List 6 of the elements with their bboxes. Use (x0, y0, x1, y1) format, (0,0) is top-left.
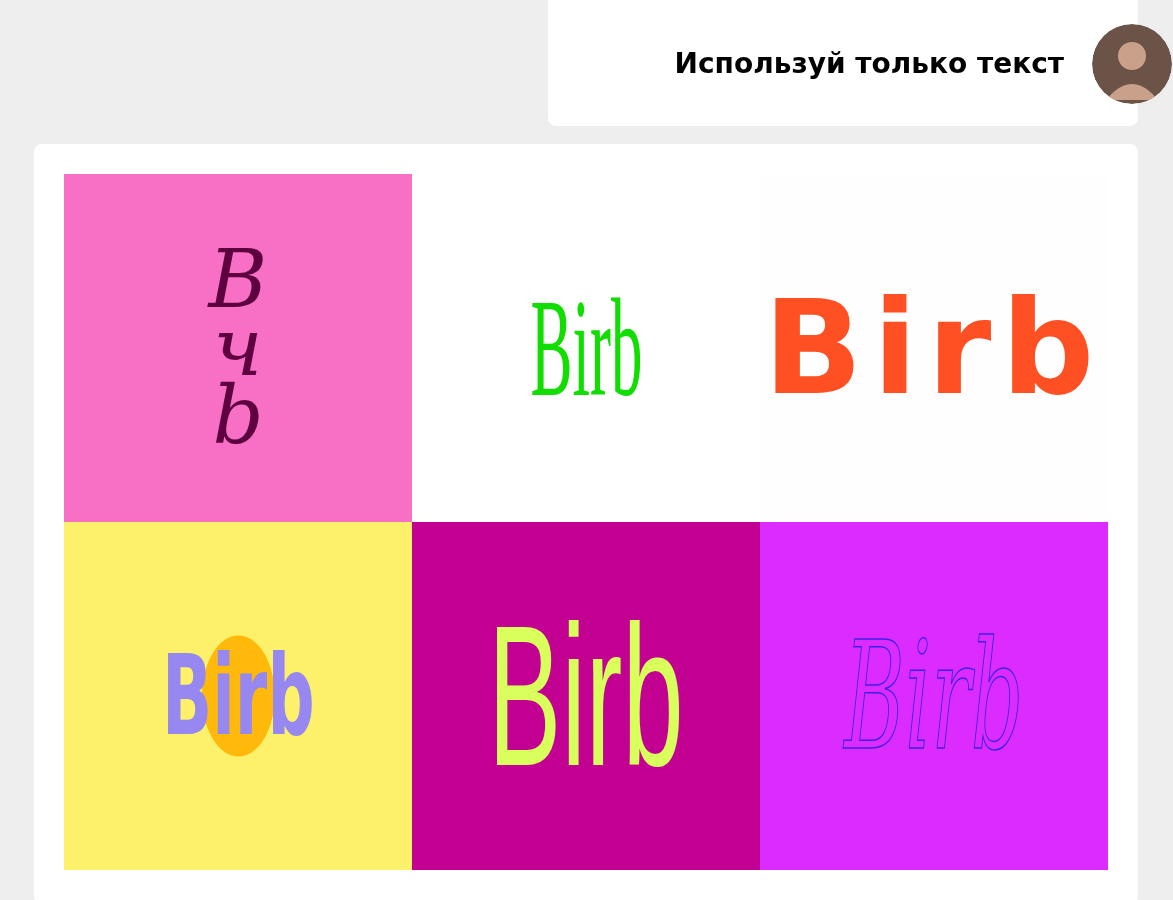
logo-text: Birb (763, 283, 1105, 413)
message-text: Используй только текст (674, 46, 1064, 80)
logo-text: Bчb (206, 246, 269, 450)
logo-text: Birb (844, 621, 1024, 771)
logo-text: Birb (530, 278, 642, 418)
logo-text: Birb (488, 596, 684, 796)
